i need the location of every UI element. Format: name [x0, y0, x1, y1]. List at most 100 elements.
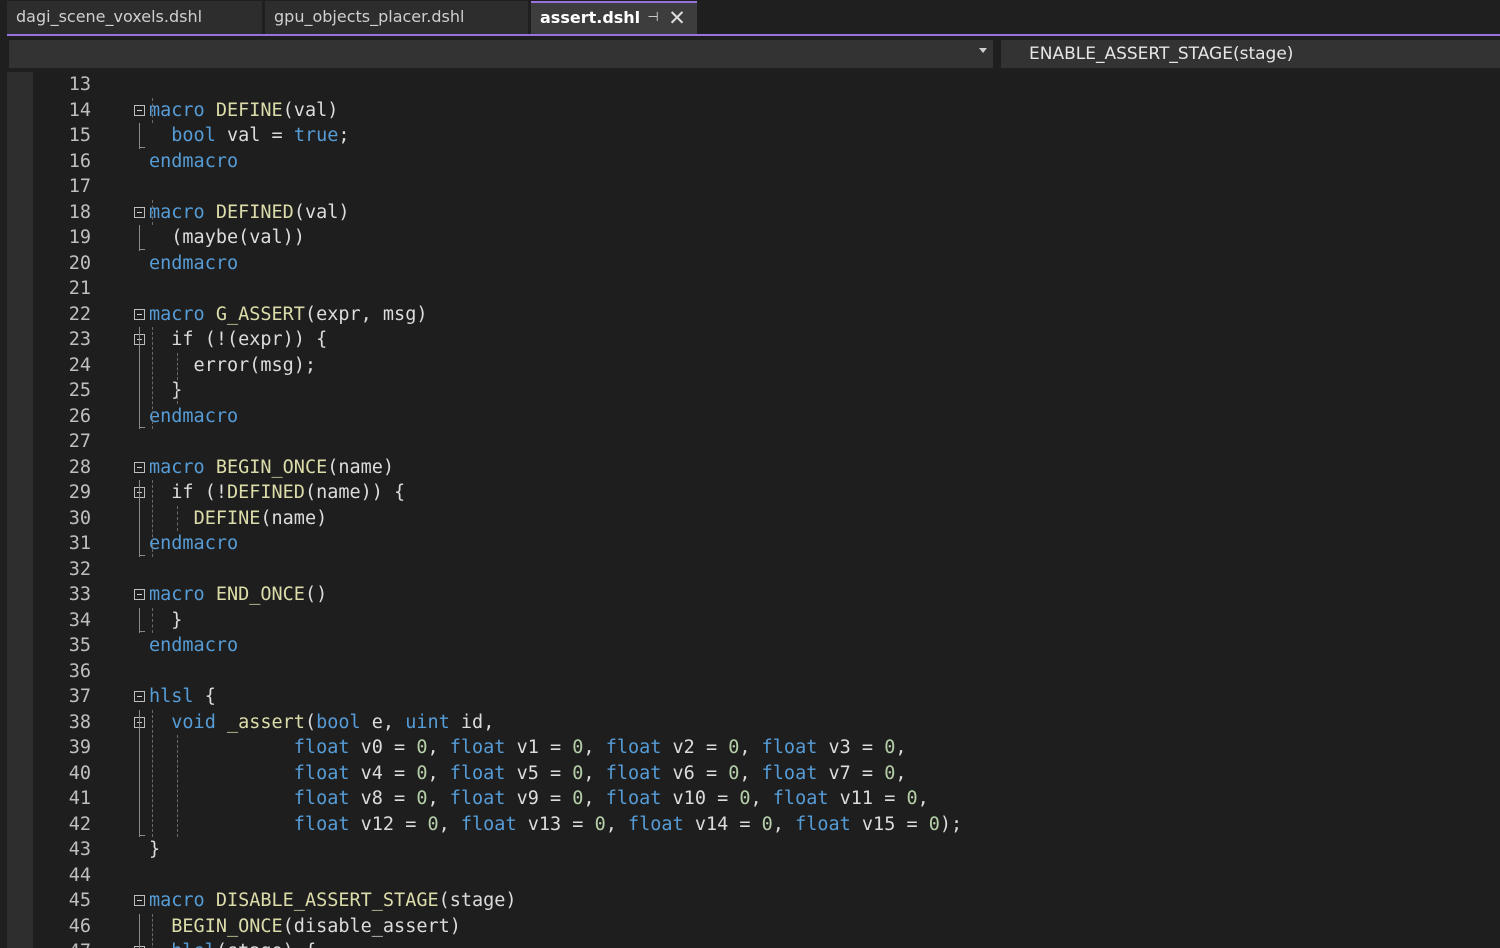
code-token: 0: [572, 788, 584, 809]
code-token: DISABLE_ASSERT_STAGE: [215, 890, 439, 911]
code-line[interactable]: 29 if (!DEFINED(name)) {: [7, 480, 1500, 506]
line-number: 21: [68, 278, 91, 299]
code-token: (stage): [438, 890, 517, 911]
code-line[interactable]: 31 endmacro: [7, 531, 1500, 557]
indent-guide: [177, 352, 178, 404]
collapse-minus-icon[interactable]: [134, 895, 145, 906]
code-line[interactable]: 25 }: [7, 378, 1500, 404]
code-line[interactable]: 27: [7, 429, 1500, 455]
fold-bracket: [139, 225, 140, 251]
code-token: ,: [427, 737, 450, 758]
code-line[interactable]: 28 macro BEGIN_ONCE(name): [7, 455, 1500, 481]
line-number: 16: [68, 150, 91, 172]
code-text: endmacro: [149, 531, 238, 557]
code-line[interactable]: 34 }: [7, 608, 1500, 634]
code-token: hlsl: [171, 941, 216, 948]
code-token: v1 =: [505, 737, 573, 758]
code-line[interactable]: 47 hlsl(stage) {: [7, 939, 1500, 948]
code-token: endmacro: [149, 635, 239, 656]
code-line[interactable]: 13: [7, 72, 1500, 98]
indent-guide: [177, 735, 178, 837]
code-line[interactable]: 30 DEFINE(name): [7, 506, 1500, 532]
code-text: bool val = true;: [149, 123, 349, 149]
code-line[interactable]: 44: [7, 863, 1500, 889]
code-token: v2 =: [661, 737, 729, 758]
code-line[interactable]: 26 endmacro: [7, 404, 1500, 430]
document-tab-strip: dagi_scene_voxels.dshl gpu_objects_place…: [0, 0, 1500, 34]
code-token: v13 =: [516, 813, 595, 835]
member-dropdown[interactable]: ENABLE_ASSERT_STAGE(stage): [1001, 40, 1500, 68]
fold-bracket: [139, 913, 140, 948]
code-text: endmacro: [149, 404, 238, 430]
code-token: (maybe(val)): [149, 227, 305, 248]
code-token: 0: [594, 813, 606, 835]
code-token: (): [304, 584, 328, 605]
code-editor[interactable]: 13 14 macro DEFINE(val) 15 bool val = true;…: [7, 72, 1500, 948]
code-line[interactable]: 20 endmacro: [7, 251, 1500, 277]
code-line[interactable]: 15 bool val = true;: [7, 123, 1500, 149]
code-token: v9 =: [505, 788, 573, 809]
code-line[interactable]: 14 macro DEFINE(val): [7, 98, 1500, 124]
collapse-minus-icon[interactable]: [134, 589, 145, 600]
code-token: DEFINED: [226, 482, 305, 503]
code-line[interactable]: 39 float v0 = 0, float v1 = 0, float v2 …: [7, 735, 1500, 761]
code-line[interactable]: 45 macro DISABLE_ASSERT_STAGE(stage): [7, 888, 1500, 914]
code-token: 0: [427, 813, 439, 835]
code-token: float: [293, 762, 350, 784]
line-number: 20: [68, 252, 91, 274]
code-token: ,: [895, 737, 907, 758]
line-number: 18: [68, 201, 91, 223]
code-line[interactable]: 21: [7, 276, 1500, 302]
code-line[interactable]: 19 (maybe(val)): [7, 225, 1500, 251]
code-line[interactable]: 23 if (!(expr)) {: [7, 327, 1500, 353]
code-token: v15 =: [850, 813, 929, 835]
indent-guide: [152, 480, 153, 557]
scope-dropdown[interactable]: [9, 40, 993, 68]
code-text: endmacro: [149, 251, 238, 277]
collapse-minus-icon[interactable]: [134, 206, 145, 218]
code-line[interactable]: 24 error(msg);: [7, 353, 1500, 379]
collapse-minus-icon[interactable]: [134, 104, 145, 116]
collapse-minus-icon[interactable]: [134, 461, 145, 473]
code-token: 0: [728, 737, 740, 758]
close-icon[interactable]: ✕: [667, 3, 687, 33]
line-number: 38: [68, 711, 91, 733]
code-token: ,: [427, 788, 450, 809]
code-text: error(msg);: [149, 353, 317, 379]
tab-label: gpu_objects_placer.dshl: [274, 7, 465, 26]
line-number: 19: [68, 227, 91, 248]
collapse-minus-icon[interactable]: [134, 691, 145, 702]
line-number: 24: [68, 354, 91, 376]
code-line[interactable]: 37 hlsl {: [7, 684, 1500, 710]
code-token: float: [761, 737, 818, 758]
tab-gpu-objects-placer[interactable]: gpu_objects_placer.dshl: [265, 1, 528, 34]
code-line[interactable]: 46 BEGIN_ONCE(disable_assert): [7, 914, 1500, 940]
tab-dagi-scene-voxels[interactable]: dagi_scene_voxels.dshl: [7, 1, 262, 34]
code-token: bool: [171, 125, 216, 146]
code-text: float v12 = 0, float v13 = 0, float v14 …: [149, 812, 962, 838]
line-number: 46: [68, 915, 91, 937]
chevron-down-icon[interactable]: [979, 48, 987, 53]
collapse-minus-icon[interactable]: [134, 308, 145, 320]
code-line[interactable]: 22 macro G_ASSERT(expr, msg): [7, 302, 1500, 328]
code-line[interactable]: 18 macro DEFINED(val): [7, 200, 1500, 226]
code-line[interactable]: 40 float v4 = 0, float v5 = 0, float v6 …: [7, 761, 1500, 787]
line-number: 43: [68, 839, 91, 860]
code-line[interactable]: 42 float v12 = 0, float v13 = 0, float v…: [7, 812, 1500, 838]
code-line[interactable]: 41 float v8 = 0, float v9 = 0, float v10…: [7, 786, 1500, 812]
code-token: }: [149, 839, 161, 860]
code-line[interactable]: 38 void _assert(bool e, uint id,: [7, 710, 1500, 736]
code-line[interactable]: 16 endmacro: [7, 149, 1500, 175]
code-text: }: [149, 837, 160, 863]
code-line[interactable]: 33 macro END_ONCE(): [7, 582, 1500, 608]
code-text: macro G_ASSERT(expr, msg): [149, 302, 427, 328]
code-line[interactable]: 32: [7, 557, 1500, 583]
code-line[interactable]: 17: [7, 174, 1500, 200]
code-line[interactable]: 43}: [7, 837, 1500, 863]
code-line[interactable]: 35 endmacro: [7, 633, 1500, 659]
pin-icon[interactable]: ⊣: [645, 3, 661, 33]
code-line[interactable]: 36: [7, 659, 1500, 685]
tab-assert-dshl[interactable]: assert.dshl ⊣ ✕: [531, 1, 697, 34]
